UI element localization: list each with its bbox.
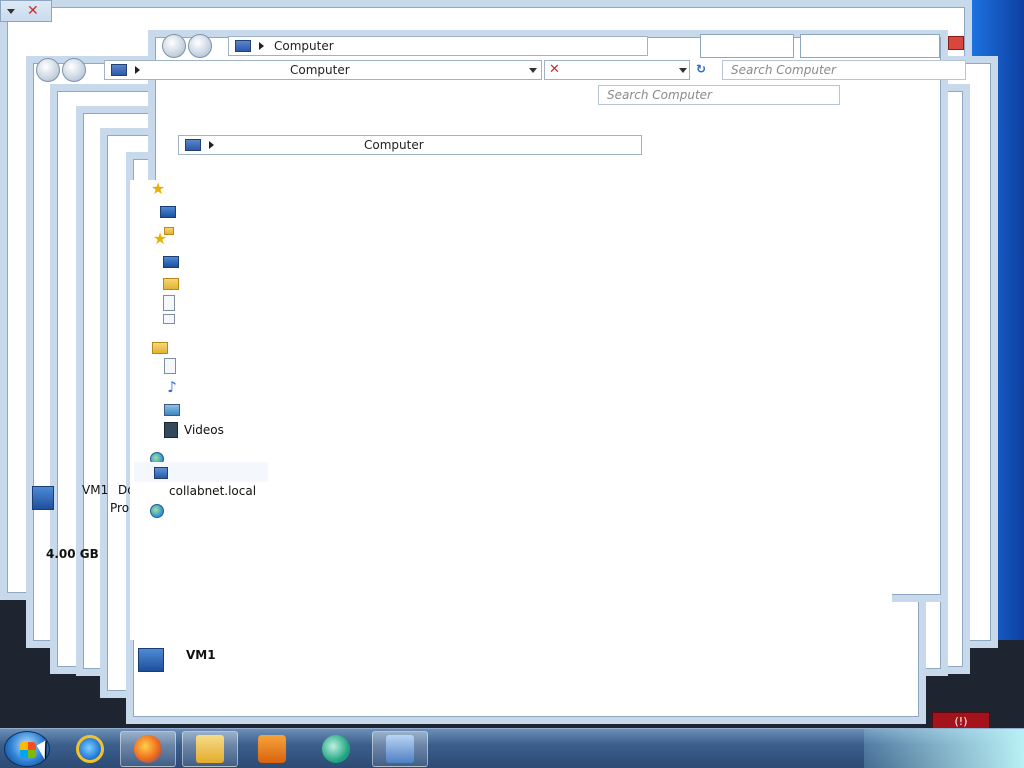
nav-item-favorites-2[interactable]: ★ (152, 230, 168, 248)
computer-icon (235, 40, 251, 52)
search-placeholder: Search Computer (607, 88, 712, 102)
search-input[interactable]: Search Computer (598, 85, 840, 105)
chevron-down-icon[interactable] (679, 68, 687, 73)
firefox-icon (134, 735, 162, 763)
navigation-pane: ★ ★ ♪ Videos (130, 180, 268, 640)
back-button[interactable] (36, 58, 60, 82)
star-icon: ★ (150, 179, 166, 198)
computer-name: VM1 (82, 483, 109, 497)
nav-item-videos[interactable]: Videos (164, 421, 224, 439)
taskbar-checklist[interactable] (372, 731, 428, 767)
downloads-folder-icon (163, 277, 179, 290)
chevron-down-icon[interactable] (529, 68, 537, 73)
toolbar-box (700, 34, 794, 58)
search-placeholder: Search Computer (731, 63, 836, 77)
document-icon (163, 314, 175, 324)
close-button-remnant[interactable] (948, 36, 964, 50)
computer-name-bottom: VM1 (186, 648, 216, 662)
nav-item-downloads[interactable] (163, 273, 179, 291)
taskbar-firefox[interactable] (120, 731, 176, 767)
chevron-right-icon (135, 66, 140, 74)
nav-item-label: Videos (184, 423, 224, 437)
nav-item-pictures[interactable] (164, 400, 180, 418)
computer-icon (111, 64, 127, 76)
nav-item-favorites[interactable]: ★ (150, 180, 166, 198)
folder-icon (196, 735, 224, 763)
nav-item-music[interactable]: ♪ (164, 378, 180, 396)
nav-item-desktop[interactable] (160, 202, 176, 220)
toolbar-box (800, 34, 940, 58)
document-icon (164, 358, 176, 374)
taskbar-explorer[interactable] (182, 731, 238, 767)
chevron-right-icon (209, 141, 214, 149)
domain-row: collabnet.local (134, 482, 268, 500)
chat-bubble-icon (322, 735, 350, 763)
film-icon (164, 422, 178, 438)
taskbar-ie[interactable] (62, 731, 118, 767)
domain-value: collabnet.local (169, 484, 257, 498)
forward-button[interactable] (62, 58, 86, 82)
address-bar-label: Computer (274, 39, 334, 53)
taskbar (0, 728, 1024, 768)
star-icon: ★ (152, 229, 168, 248)
address-bar[interactable]: Computer (228, 36, 648, 56)
processor-label: Pro (110, 501, 130, 515)
document-icon (163, 295, 175, 311)
search-input[interactable]: Search Computer (722, 60, 966, 80)
monitor-icon (163, 256, 179, 268)
stop-icon[interactable]: ✕ (549, 62, 560, 77)
close-icon[interactable]: ✕ (27, 3, 39, 19)
internet-explorer-icon (76, 735, 104, 763)
computer-row[interactable] (134, 462, 268, 482)
back-button[interactable] (162, 34, 186, 58)
library-folder-icon (152, 341, 168, 354)
nav-item-document-2[interactable] (163, 310, 175, 328)
address-bar-label: Computer (290, 63, 350, 77)
network-computer-icon (154, 467, 168, 479)
refresh-box[interactable]: ✕ (544, 60, 690, 80)
window-control-strip: ✕ (0, 0, 52, 22)
nav-item-desktop-2[interactable] (163, 252, 179, 270)
music-icon: ♪ (167, 378, 177, 396)
nav-item-documents[interactable] (164, 357, 176, 375)
address-bar-label: Computer (364, 138, 424, 152)
nav-item-libraries[interactable] (152, 337, 168, 355)
monitor-icon (160, 206, 176, 218)
checklist-icon (386, 735, 414, 763)
picture-icon (164, 404, 180, 416)
refresh-icon[interactable]: ↻ (696, 62, 706, 76)
explorer-window: ★ ★ ♪ Videos (130, 180, 892, 640)
network-globe-icon (150, 504, 164, 518)
computer-icon (32, 486, 54, 510)
media-player-icon (258, 735, 286, 763)
disk-size: 4.00 GB (46, 547, 99, 561)
nav-item-network-2[interactable] (150, 504, 164, 518)
taskbar-app[interactable] (308, 731, 364, 767)
chevron-down-icon[interactable] (7, 9, 15, 14)
computer-icon (185, 139, 201, 151)
computer-icon (138, 648, 164, 672)
address-bar[interactable]: Computer (104, 60, 542, 80)
notification-area (864, 729, 1024, 768)
chevron-right-icon (259, 42, 264, 50)
address-bar[interactable]: Computer (178, 135, 642, 155)
windows-logo-icon (20, 742, 36, 758)
forward-button[interactable] (188, 34, 212, 58)
taskbar-media[interactable] (244, 731, 300, 767)
